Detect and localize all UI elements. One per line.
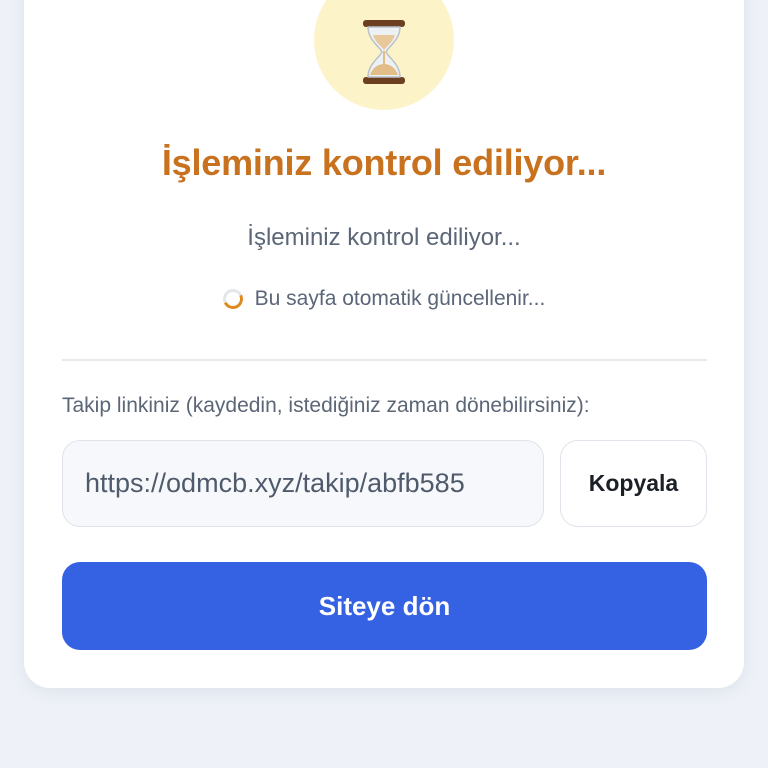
auto-update-notice: Bu sayfa otomatik güncellenir...	[0, 286, 768, 312]
hourglass-icon	[363, 20, 405, 84]
tracking-link-label: Takip linkiniz (kaydedin, istediğiniz za…	[62, 394, 590, 417]
status-message: İşleminiz kontrol ediliyor...	[247, 224, 521, 251]
auto-update-text: Bu sayfa otomatik güncellenir...	[254, 287, 546, 310]
copy-button[interactable]: Kopyala	[560, 440, 707, 527]
tracking-link-input[interactable]	[62, 440, 544, 527]
divider	[62, 359, 707, 361]
loading-spinner-icon	[219, 286, 246, 312]
page-title: İşleminiz kontrol ediliyor...	[161, 142, 607, 183]
return-to-site-button[interactable]: Siteye dön	[62, 562, 707, 650]
